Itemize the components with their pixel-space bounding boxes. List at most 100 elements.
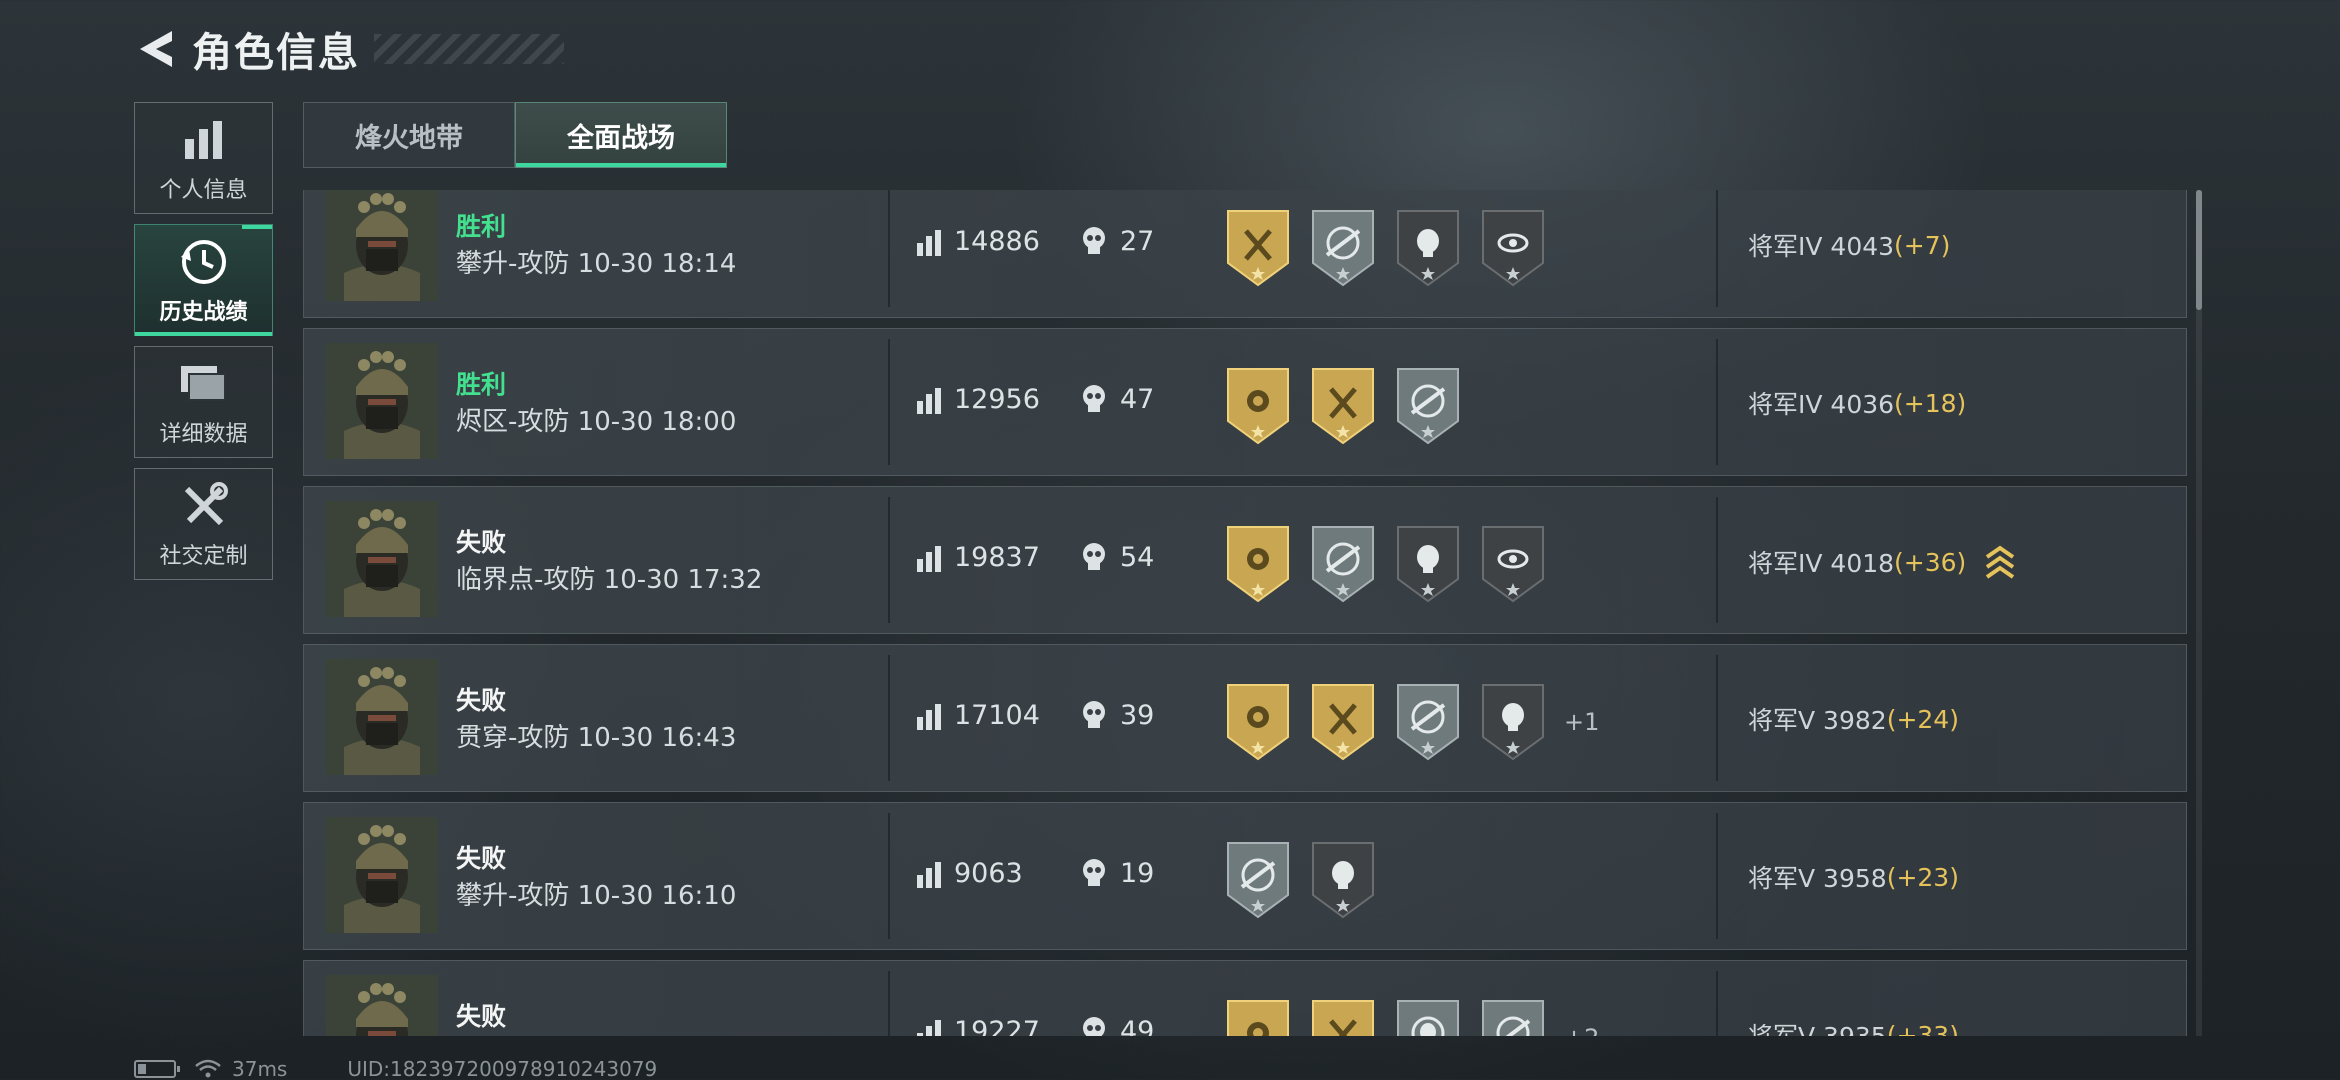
map-and-time: 贯穿-攻防 10-30 16:43 xyxy=(456,723,737,753)
rank-delta: (+33) xyxy=(1886,1020,1959,1037)
dark-eye-medal-icon[interactable] xyxy=(1479,525,1547,603)
grey-rifle-medal-icon[interactable] xyxy=(1309,209,1377,287)
rank-info: 将军V 3982 (+24) xyxy=(1748,701,1959,737)
score-value: 17104 xyxy=(954,700,1040,731)
score-bars-icon xyxy=(917,546,941,572)
sidebar-item-label: 个人信息 xyxy=(159,178,248,203)
sidebar-item-history[interactable]: 历史战绩 xyxy=(134,224,273,336)
divider xyxy=(1716,971,1718,1036)
dark-skull-medal-icon[interactable] xyxy=(1479,683,1547,761)
match-row[interactable]: 胜利 烬区-攻防 10-30 18:00 12956 47 将军IV 4036 … xyxy=(303,328,2187,476)
match-result: 胜利 xyxy=(456,212,507,241)
rank-info: 将军V 3958 (+23) xyxy=(1748,859,1959,895)
extra-medals-count[interactable]: +1 xyxy=(1564,708,1599,736)
rank-delta: (+36) xyxy=(1894,547,1967,577)
score-value: 19227 xyxy=(954,1016,1040,1036)
gold-flower-medal-icon[interactable] xyxy=(1224,683,1292,761)
dark-skull-medal-icon[interactable] xyxy=(1309,841,1377,919)
match-result: 失败 xyxy=(456,528,507,557)
medal-list xyxy=(1224,841,1394,919)
sidebar-item-detailed-data[interactable]: 详细数据 xyxy=(134,346,273,458)
grey-rifle-medal-icon[interactable] xyxy=(1479,999,1547,1036)
sidebar-item-personal-info[interactable]: 个人信息 xyxy=(134,102,273,214)
sidebar-item-label: 详细数据 xyxy=(159,422,248,447)
match-row[interactable]: 失败 贯穿-攻防 10-30 16:43 17104 39 +1 将军V 398… xyxy=(303,644,2187,792)
match-row[interactable]: 失败 烬区-攻防 10-30 16:03 19227 49 + xyxy=(303,960,2187,1036)
score-bars-icon xyxy=(917,388,941,414)
score-value: 12956 xyxy=(954,384,1040,415)
rank-delta: (+18) xyxy=(1894,388,1967,418)
ping-value: 37ms xyxy=(232,1057,288,1080)
wifi-icon xyxy=(195,1059,221,1078)
sidebar: 个人信息 历史战绩 详细数据 社交定制 xyxy=(134,102,274,590)
kills-value: 39 xyxy=(1120,700,1155,731)
gold-axes-medal-icon[interactable] xyxy=(1309,999,1377,1036)
score-bars-icon xyxy=(917,704,941,730)
back-arrow-icon[interactable] xyxy=(134,24,178,74)
medal-list xyxy=(1224,367,1479,445)
grey-skull-target-medal-icon[interactable] xyxy=(1394,999,1462,1036)
rank-delta: (+24) xyxy=(1886,704,1959,734)
score-value: 9063 xyxy=(954,858,1023,889)
gold-axes-medal-icon[interactable] xyxy=(1309,367,1377,445)
divider xyxy=(1716,497,1718,623)
grey-rifle-medal-icon[interactable] xyxy=(1309,525,1377,603)
skull-icon xyxy=(1083,1017,1105,1036)
rank-score: 将军V 3935 xyxy=(1748,1017,1887,1036)
match-row[interactable]: 失败 临界点-攻防 10-30 17:32 19837 54 将军IV 4018… xyxy=(303,486,2187,634)
score-bars-icon xyxy=(917,862,941,888)
rank-score: 将军IV 4018 xyxy=(1748,549,1895,578)
dark-skull-medal-icon[interactable] xyxy=(1394,525,1462,603)
match-row[interactable]: 胜利 攀升-攻防 10-30 18:14 14886 27 将军IV 4043 … xyxy=(303,190,2187,318)
grey-rifle-medal-icon[interactable] xyxy=(1394,367,1462,445)
gold-axes-medal-icon[interactable] xyxy=(1309,683,1377,761)
status-footer: 37ms UID:182397200978910243079 xyxy=(134,1057,657,1080)
grey-rifle-medal-icon[interactable] xyxy=(1224,841,1292,919)
operator-avatar xyxy=(326,501,438,617)
gold-flower-medal-icon[interactable] xyxy=(1224,367,1292,445)
match-result: 失败 xyxy=(456,844,507,873)
page-header: 角色信息 xyxy=(134,22,564,76)
operator-avatar xyxy=(326,975,438,1036)
divider xyxy=(1716,655,1718,781)
tab-warzone[interactable]: 烽火地带 xyxy=(303,102,515,168)
rank-info: 将军V 3935(+33) xyxy=(1748,1017,1959,1037)
match-row[interactable]: 失败 攀升-攻防 10-30 16:10 9063 19 将军V 3958 (+2… xyxy=(303,802,2187,950)
match-history-list[interactable]: 胜利 攀升-攻防 10-30 18:14 14886 27 将军IV 4043 … xyxy=(303,190,2203,1036)
skull-icon xyxy=(1083,543,1105,570)
extra-medals-count[interactable]: +2 xyxy=(1564,1024,1599,1036)
rank-delta: (+7) xyxy=(1894,230,1951,260)
sidebar-item-label: 社交定制 xyxy=(159,544,248,569)
folders-icon xyxy=(176,356,232,412)
score-bars-icon xyxy=(917,1020,941,1036)
operator-avatar xyxy=(326,817,438,933)
kills-value: 19 xyxy=(1120,858,1155,889)
skull-icon xyxy=(1083,859,1105,886)
grey-rifle-medal-icon[interactable] xyxy=(1394,683,1462,761)
scrollbar[interactable] xyxy=(2196,190,2202,1036)
scrollbar-thumb[interactable] xyxy=(2196,190,2202,310)
map-and-time: 攀升-攻防 10-30 16:10 xyxy=(456,881,737,911)
tab-full-battlefield[interactable]: 全面战场 xyxy=(515,102,727,168)
medal-list: +2 xyxy=(1224,999,1599,1036)
gold-flower-medal-icon[interactable] xyxy=(1224,525,1292,603)
kills-value: 54 xyxy=(1120,542,1155,573)
divider xyxy=(1716,339,1718,465)
medal-list: +1 xyxy=(1224,683,1599,761)
rank-info: 将军IV 4043 (+7) xyxy=(1748,227,1950,263)
mode-tabs: 烽火地带 全面战场 xyxy=(303,102,727,168)
kills-value: 49 xyxy=(1120,1016,1155,1036)
sidebar-item-social[interactable]: 社交定制 xyxy=(134,468,273,580)
title-stripe-decoration xyxy=(374,34,564,64)
score-value: 14886 xyxy=(954,226,1040,257)
dark-skull-medal-icon[interactable] xyxy=(1394,209,1462,287)
skull-icon xyxy=(1083,385,1105,412)
gold-flower-medal-icon[interactable] xyxy=(1224,999,1292,1036)
match-result: 失败 xyxy=(456,1002,507,1031)
gold-axes-medal-icon[interactable] xyxy=(1224,209,1292,287)
dark-eye-medal-icon[interactable] xyxy=(1479,209,1547,287)
rank-score: 将军V 3982 xyxy=(1748,706,1887,735)
rank-info: 将军IV 4018 (+36) xyxy=(1748,543,2016,581)
battery-icon xyxy=(134,1060,180,1078)
divider xyxy=(888,655,890,781)
